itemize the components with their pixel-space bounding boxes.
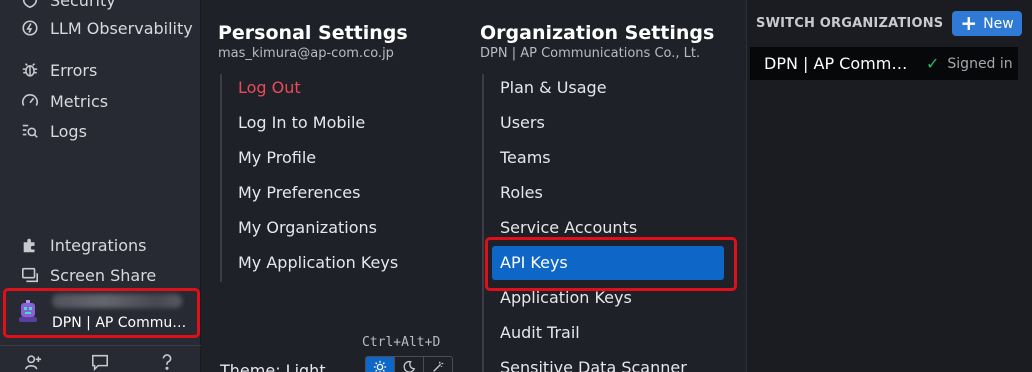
sidebar-item-label: Security [50,0,116,10]
org-name: DPN | AP Communications Co., Lt. [764,54,916,73]
screen-share-icon [20,265,40,285]
plan-usage-link[interactable]: Plan & Usage [500,76,607,100]
sidebar-item-security[interactable]: Security [20,0,116,12]
sidebar-item-label: Integrations [50,235,147,255]
theme-toggle [365,356,453,372]
audit-trail-link[interactable]: Audit Trail [500,321,580,345]
sidebar-item-llm-observability[interactable]: LLM Observability [20,16,193,40]
sidebar-item-label: Logs [50,121,87,141]
personal-settings-title: Personal Settings [218,22,408,44]
personal-menu-rule [220,74,222,282]
bug-icon [20,60,40,80]
avatar [16,300,40,324]
my-profile-link[interactable]: My Profile [238,146,316,170]
sidebar-bottom-bar [0,345,201,372]
org-list-item[interactable]: DPN | AP Communications Co., Lt. ✓ Signe… [750,47,1018,80]
new-button-label: New [983,15,1014,32]
roles-link[interactable]: Roles [500,181,543,205]
sidebar-item-label: LLM Observability [50,18,193,38]
theme-shortcut: Ctrl+Alt+D [362,335,441,350]
sidebar-item-errors[interactable]: Errors [20,58,97,82]
sidebar: Security LLM Observability Errors Metric… [0,0,201,372]
sidebar-item-label: Metrics [50,91,109,111]
my-preferences-link[interactable]: My Preferences [238,181,360,205]
logs-icon [20,121,40,141]
sun-icon [373,360,387,372]
new-organization-button[interactable]: + New [952,11,1022,36]
sidebar-item-integrations[interactable]: Integrations [20,233,147,257]
sensitive-data-scanner-link[interactable]: Sensitive Data Scanner [500,356,687,372]
switch-organizations-title: SWITCH ORGANIZATIONS [756,16,944,31]
theme-label: Theme: Light [220,361,326,372]
api-keys-link[interactable]: API Keys [492,246,724,280]
moon-icon [402,360,416,372]
chat-icon[interactable] [90,352,110,372]
shield-icon [20,0,40,10]
user-name-blurred [52,294,182,308]
organization-subtitle: DPN | AP Communications Co., Lt. [480,46,701,61]
sidebar-item-label: Screen Share [50,265,157,285]
teams-link[interactable]: Teams [500,146,551,170]
application-keys-link[interactable]: Application Keys [500,286,632,310]
organization-menu-rule [482,74,484,372]
magic-wand-icon [431,360,445,372]
llm-icon [20,18,40,38]
signed-in-status: Signed in [947,55,1013,72]
check-icon: ✓ [926,54,940,73]
theme-light-button[interactable] [366,357,395,372]
my-organizations-link[interactable]: My Organizations [238,216,377,240]
add-user-icon[interactable] [23,352,43,372]
theme-dark-button[interactable] [395,357,424,372]
gauge-icon [20,91,40,111]
organization-settings-title: Organization Settings [480,22,715,44]
my-application-keys-link[interactable]: My Application Keys [238,251,398,275]
user-email: mas_kimura@ap-com.co.jp [218,46,394,61]
sidebar-item-metrics[interactable]: Metrics [20,89,108,113]
log-out-link[interactable]: Log Out [238,76,301,100]
current-org-label: DPN | AP Communications Co., Lt. [52,315,194,331]
sidebar-item-label: Errors [50,60,98,80]
sidebar-item-screen-share[interactable]: Screen Share [20,263,156,287]
theme-auto-button[interactable] [424,357,452,372]
sidebar-item-logs[interactable]: Logs [20,119,87,143]
puzzle-icon [20,235,40,255]
log-in-to-mobile-link[interactable]: Log In to Mobile [238,111,365,135]
help-icon[interactable] [157,352,177,372]
users-link[interactable]: Users [500,111,545,135]
plus-icon: + [960,10,978,35]
